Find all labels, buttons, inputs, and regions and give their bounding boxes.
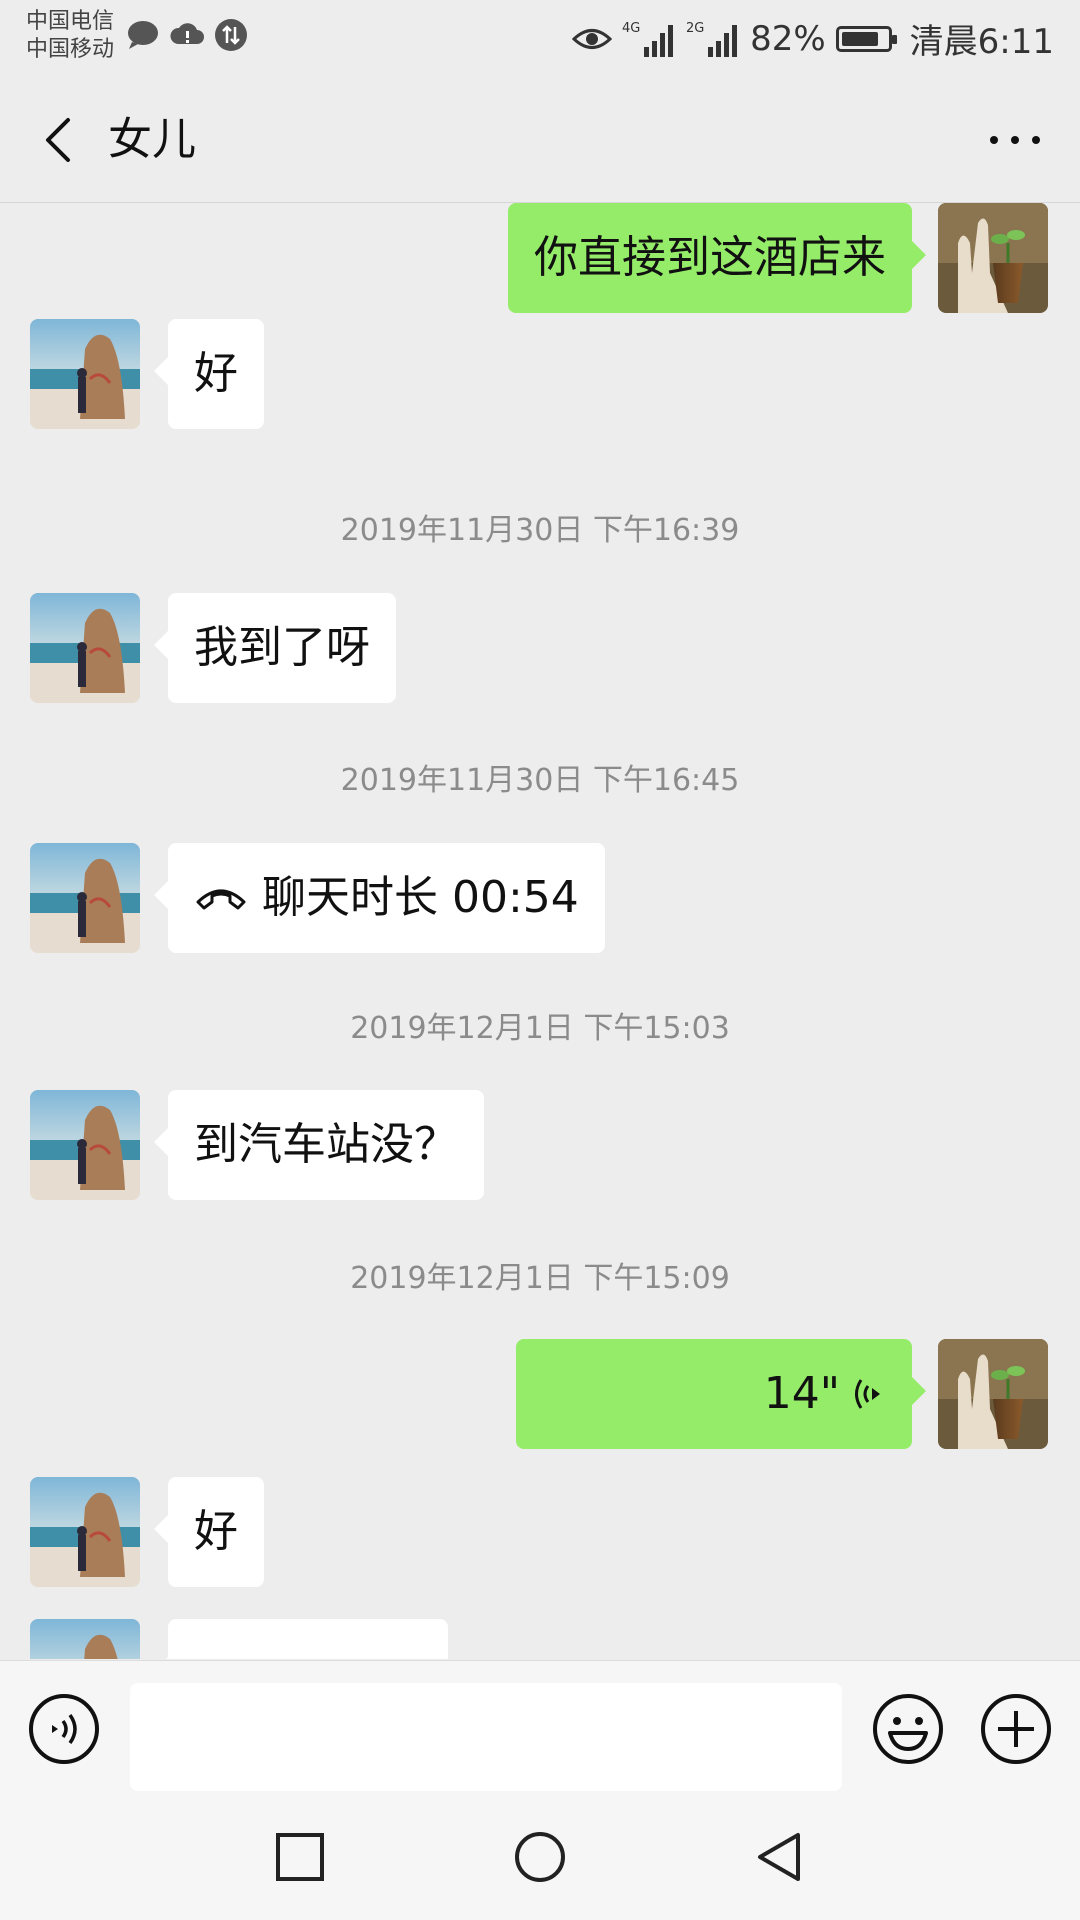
back-triangle-icon[interactable] bbox=[752, 1829, 808, 1885]
battery-percent: 82% bbox=[750, 18, 826, 59]
svg-text:4G: 4G bbox=[622, 21, 640, 36]
call-record-bubble[interactable]: 聊天时长 00:54 bbox=[154, 843, 605, 953]
voice-message-bubble[interactable]: 14" bbox=[516, 1339, 926, 1449]
incoming-bubble-partial[interactable] bbox=[154, 1619, 448, 1659]
page-title: 女儿 bbox=[108, 114, 196, 165]
recent-apps-icon[interactable] bbox=[272, 1829, 328, 1885]
carrier-1: 中国电信 bbox=[26, 9, 115, 34]
contact-avatar[interactable] bbox=[30, 319, 140, 429]
chat-bubble-icon bbox=[128, 21, 158, 49]
cloud-alert-icon bbox=[170, 23, 204, 44]
incoming-bubble[interactable]: 好 bbox=[154, 319, 264, 429]
contact-avatar[interactable] bbox=[30, 1090, 140, 1200]
svg-text:2G: 2G bbox=[686, 21, 704, 36]
timestamp: 2019年11月30日 下午16:45 bbox=[340, 763, 740, 798]
signal-2g-icon: 2G bbox=[686, 21, 738, 57]
timestamp: 2019年12月1日 下午15:03 bbox=[350, 1011, 730, 1046]
phone-hangup-icon bbox=[196, 889, 246, 910]
chat-header: 女儿 bbox=[0, 80, 1080, 203]
incoming-bubble[interactable]: 我到了呀 bbox=[154, 593, 396, 703]
battery-icon bbox=[835, 25, 897, 52]
voice-input-icon[interactable] bbox=[28, 1693, 100, 1765]
my-avatar[interactable] bbox=[938, 203, 1048, 313]
plus-icon[interactable] bbox=[980, 1693, 1052, 1765]
home-icon[interactable] bbox=[512, 1829, 568, 1885]
battery-level bbox=[841, 31, 878, 46]
contact-avatar[interactable] bbox=[30, 1619, 140, 1659]
more-dots-icon[interactable] bbox=[980, 110, 1050, 170]
signal-4g-icon: 4G bbox=[622, 21, 674, 57]
data-sync-icon bbox=[215, 19, 247, 51]
carrier-2: 中国移动 bbox=[26, 37, 115, 62]
contact-avatar[interactable] bbox=[30, 1477, 140, 1587]
my-avatar[interactable] bbox=[938, 1339, 1048, 1449]
voice-wave-icon bbox=[855, 1379, 880, 1409]
emoji-icon[interactable] bbox=[872, 1693, 944, 1765]
incoming-bubble[interactable]: 好 bbox=[154, 1477, 264, 1587]
outgoing-bubble[interactable]: 你直接到这酒店来 bbox=[508, 203, 926, 313]
carrier-labels: 中国电信 中国移动 bbox=[26, 8, 114, 64]
timestamp: 2019年12月1日 下午15:09 bbox=[350, 1261, 730, 1296]
system-nav-bar bbox=[0, 1791, 1080, 1920]
status-bar: 中国电信 中国移动 4G 2G 82% 清晨6:11 bbox=[0, 0, 1080, 80]
chevron-left-icon[interactable] bbox=[30, 110, 90, 170]
message-input[interactable] bbox=[130, 1683, 842, 1791]
contact-avatar[interactable] bbox=[30, 843, 140, 953]
timestamp: 2019年11月30日 下午16:39 bbox=[340, 513, 740, 548]
input-bar bbox=[0, 1660, 1080, 1791]
eye-icon bbox=[572, 28, 613, 49]
voice-duration: 14" bbox=[763, 1368, 840, 1419]
incoming-bubble[interactable]: 到汽车站没？ bbox=[154, 1090, 484, 1200]
contact-avatar[interactable] bbox=[30, 593, 140, 703]
chat-message-list[interactable]: 你直接到这酒店来 好 2019年11月30日 下午16:39 我到了呀 2019… bbox=[0, 203, 1080, 1659]
call-duration-text: 聊天时长 00:54 bbox=[262, 872, 579, 923]
status-time: 清晨6:11 bbox=[909, 22, 1054, 62]
